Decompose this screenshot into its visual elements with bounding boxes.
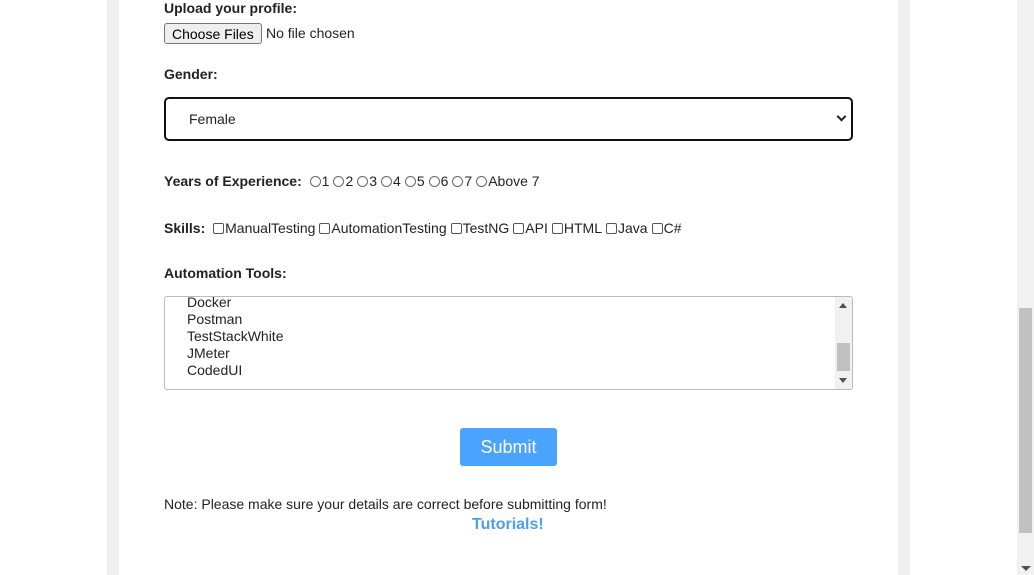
scroll-down-arrow-icon[interactable] [1021,566,1031,571]
page-scrollbar[interactable] [1017,0,1034,575]
skill-checkbox-4[interactable] [551,223,563,234]
skill-checkbox-0[interactable] [213,223,225,234]
experience-radio-label: 7 [464,173,473,189]
skill-checkbox-label: HTML [563,220,602,236]
tutorials-link[interactable]: Tutorials! [472,516,544,534]
listbox-scrollbar-thumb[interactable] [837,343,850,371]
experience-radio-label: 2 [345,173,354,189]
tool-option[interactable]: CodedUI [165,362,283,379]
left-gutter [107,0,119,575]
experience-radio-label: Above 7 [488,173,540,189]
experience-radio-label: 6 [440,173,449,189]
experience-radio-6[interactable] [452,176,464,187]
note-text: Note: Please make sure your details are … [164,496,607,512]
gender-select[interactable]: Female [164,97,853,141]
tool-option[interactable]: TestStackWhite [165,328,283,345]
chevron-down-icon [836,111,847,122]
experience-radio-4[interactable] [404,176,416,187]
listbox-scrollbar[interactable] [835,297,852,389]
scroll-up-arrow-icon[interactable] [839,303,847,308]
skill-checkbox-3[interactable] [513,223,525,234]
submit-button[interactable]: Submit [460,428,557,466]
experience-group: Years of Experience: 1 2 3 4 5 6 7 Above 7 [164,173,540,189]
skill-checkbox-label: TestNG [462,220,510,236]
experience-radio-0[interactable] [309,176,321,187]
file-status: No file chosen [266,25,355,41]
tool-option[interactable]: JMeter [165,345,283,362]
skill-checkbox-label: ManualTesting [225,220,316,236]
page-scrollbar-thumb[interactable] [1019,308,1032,533]
tool-option[interactable]: Docker [165,297,283,311]
experience-radio-7[interactable] [476,176,488,187]
experience-radio-1[interactable] [333,176,345,187]
tool-option[interactable]: Postman [165,311,283,328]
gender-label: Gender: [164,66,218,82]
experience-label: Years of Experience: [164,173,302,189]
experience-radio-label: 4 [393,173,401,189]
experience-radio-label: 1 [321,173,330,189]
skill-checkbox-label: C# [663,220,682,236]
experience-radio-3[interactable] [381,176,393,187]
experience-radio-5[interactable] [428,176,440,187]
skill-checkbox-2[interactable] [450,223,462,234]
automation-tools-listbox[interactable]: Docker Postman TestStackWhite JMeter CodedUI [164,296,853,390]
experience-radio-label: 5 [416,173,425,189]
experience-radio-label: 3 [369,173,378,189]
choose-files-button[interactable]: Choose Files [164,23,262,44]
skill-checkbox-5[interactable] [606,223,617,234]
skill-checkbox-label: API [525,220,548,236]
skills-label: Skills: [164,220,206,236]
skill-checkbox-label: AutomationTesting [331,220,447,236]
gender-selected-value: Female [189,111,236,127]
right-gutter [898,0,910,575]
tools-label: Automation Tools: [164,265,287,281]
experience-radio-2[interactable] [357,176,369,187]
upload-label: Upload your profile: [164,0,297,16]
scroll-down-arrow-icon[interactable] [839,378,847,383]
skills-group: Skills: ManualTesting AutomationTesting Te… [164,220,681,236]
skill-checkbox-1[interactable] [319,223,331,234]
skill-checkbox-label: Java [618,220,648,236]
skill-checkbox-6[interactable] [651,223,663,234]
